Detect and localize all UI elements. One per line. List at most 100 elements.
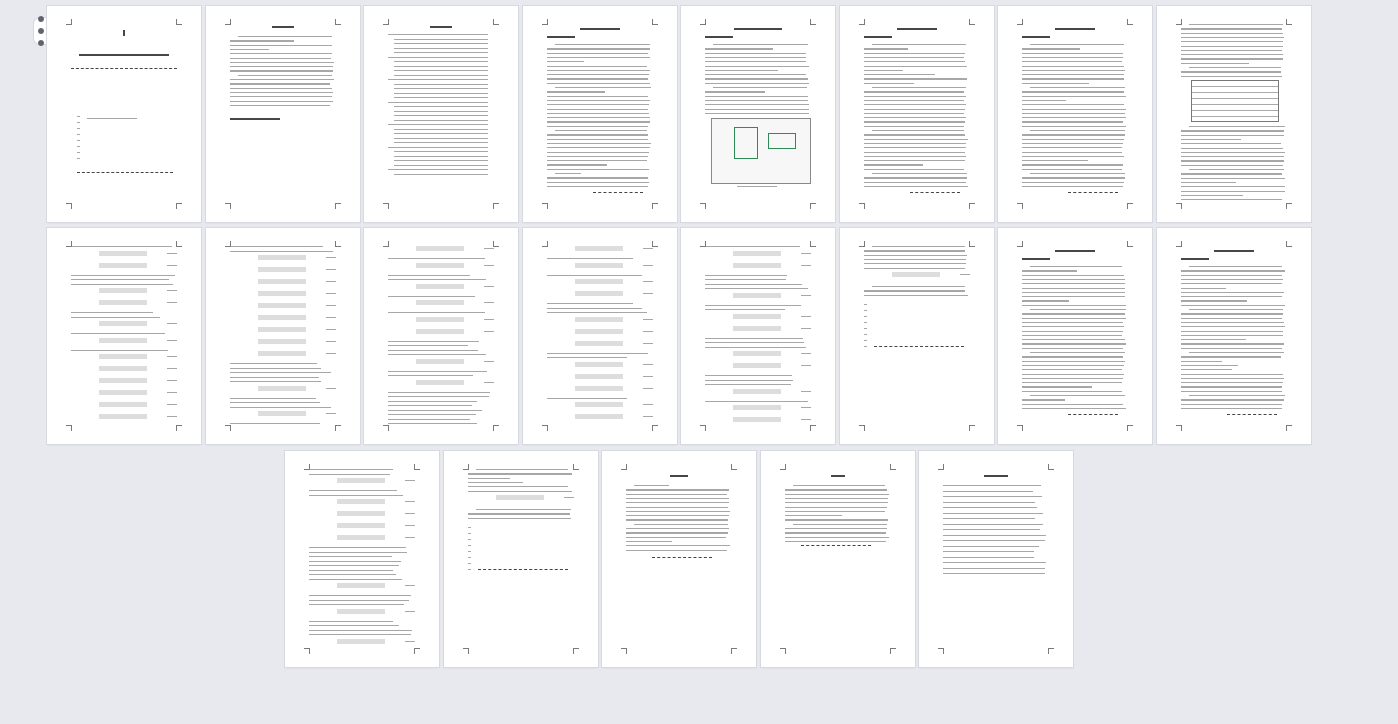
text-line	[1022, 326, 1125, 328]
text-line	[71, 312, 153, 314]
text-line	[1022, 160, 1088, 162]
equation	[258, 279, 306, 284]
text-line	[309, 565, 400, 567]
text-line	[1181, 134, 1285, 136]
text-line	[309, 473, 390, 475]
page-thumbnail[interactable]	[919, 451, 1073, 667]
text-line	[1022, 138, 1125, 140]
toc-entry	[388, 169, 488, 171]
equation	[337, 583, 385, 588]
text-line	[1022, 134, 1126, 136]
page-thumbnail[interactable]	[761, 451, 915, 667]
text-line	[547, 121, 651, 123]
equation	[733, 250, 781, 256]
text-line	[230, 363, 318, 365]
section-rule	[1227, 414, 1277, 415]
list-marker	[864, 340, 867, 342]
page-thumbnail[interactable]	[681, 6, 835, 222]
text-line	[785, 532, 887, 534]
heading-line	[1022, 258, 1050, 260]
equation-number	[801, 353, 811, 355]
page-thumbnail[interactable]	[285, 451, 439, 667]
equation	[258, 411, 306, 416]
text-line	[547, 74, 650, 76]
equation-number	[484, 381, 494, 383]
page-thumbnail[interactable]	[1157, 6, 1311, 222]
text-line	[1181, 334, 1283, 337]
crop-mark	[383, 425, 389, 431]
text-line	[705, 91, 765, 93]
text-line	[1181, 339, 1246, 341]
text-line	[785, 497, 889, 500]
page-thumbnail[interactable]	[998, 6, 1152, 222]
text-line	[1022, 164, 1124, 166]
text-line	[1181, 377, 1285, 380]
reference-entry	[943, 523, 1044, 525]
page-thumbnail[interactable]	[47, 228, 201, 444]
text-line	[309, 634, 412, 636]
page-thumbnail[interactable]	[523, 6, 677, 222]
reference-entry	[943, 551, 1034, 553]
text-line	[309, 560, 402, 562]
page-thumbnail[interactable]	[523, 228, 677, 444]
text-line	[309, 604, 404, 606]
text-line	[1022, 117, 1126, 119]
data-table	[1191, 80, 1279, 122]
text-line	[309, 490, 398, 492]
text-line	[1181, 278, 1284, 281]
text-line	[864, 254, 967, 256]
text-line	[388, 340, 479, 342]
text-line	[1022, 147, 1123, 149]
text-line	[547, 164, 607, 166]
equation	[258, 327, 306, 332]
text-line	[468, 486, 569, 488]
text-line	[864, 95, 967, 97]
toc-entry	[394, 110, 488, 112]
text-line	[705, 342, 804, 344]
text-line	[388, 423, 478, 425]
crop-mark	[1127, 241, 1133, 247]
text-line	[705, 69, 779, 72]
cover-field	[77, 128, 80, 130]
text-line	[1022, 185, 1124, 188]
text-line	[309, 620, 394, 622]
section-rule	[593, 192, 643, 193]
equation-number	[801, 294, 811, 296]
text-line	[388, 345, 469, 347]
text-line	[864, 121, 966, 123]
crop-mark	[810, 425, 816, 431]
text-line	[388, 295, 475, 297]
page-thumbnail-grid	[0, 0, 1398, 724]
crop-mark	[383, 203, 389, 209]
text-line	[864, 69, 903, 72]
page-thumbnail[interactable]	[1157, 228, 1311, 444]
page-thumbnail[interactable]	[602, 451, 756, 667]
text-line	[1181, 49, 1283, 52]
page-thumbnail[interactable]	[206, 6, 360, 222]
page-thumbnail[interactable]	[840, 228, 994, 444]
page-thumbnail[interactable]	[206, 228, 360, 444]
page-thumbnail[interactable]	[998, 228, 1152, 444]
text-line	[1181, 403, 1283, 405]
text-line	[1181, 54, 1283, 56]
crop-mark	[304, 648, 310, 654]
text-line	[547, 65, 648, 67]
text-line	[547, 312, 648, 314]
text-line	[71, 333, 166, 335]
text-line	[547, 185, 648, 188]
text-line	[71, 279, 170, 281]
text-line	[468, 481, 524, 484]
text-line	[872, 130, 965, 132]
text-line	[555, 44, 651, 46]
page-thumbnail[interactable]	[364, 6, 518, 222]
page-thumbnail[interactable]	[444, 451, 598, 667]
page-thumbnail[interactable]	[364, 228, 518, 444]
crop-mark	[731, 648, 737, 654]
text-line	[626, 540, 672, 543]
text-line	[785, 515, 843, 517]
text-line	[785, 506, 887, 508]
page-thumbnail[interactable]	[47, 6, 201, 222]
page-thumbnail[interactable]	[681, 228, 835, 444]
page-thumbnail[interactable]	[840, 6, 994, 222]
equation	[337, 511, 385, 516]
